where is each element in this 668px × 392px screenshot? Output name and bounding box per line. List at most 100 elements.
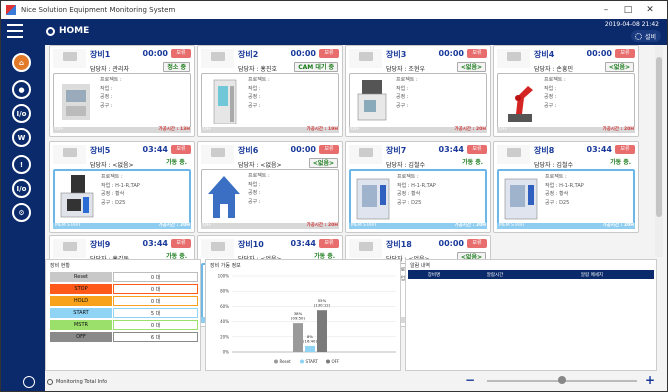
machine-runtime: 03:44	[586, 145, 612, 154]
home-icon[interactable]: ⌂	[12, 53, 31, 72]
machine-image	[353, 173, 393, 221]
machine-info: 프로젝트 : 작업 : H-1-R,TAP 공정 : 황삭 공구 : D25	[101, 173, 140, 207]
hold-badge[interactable]: 보류	[171, 49, 191, 58]
hold-badge[interactable]: 보류	[615, 49, 635, 58]
machine-state[interactable]: 정소 중	[163, 62, 190, 72]
io-icon[interactable]: I/o	[12, 104, 31, 123]
machine-runtime: 03:44	[290, 239, 316, 248]
machine-name: 장비3	[386, 50, 407, 59]
user-icon[interactable]	[23, 376, 35, 388]
machine-owner: 담당자 : <없음>	[90, 162, 134, 169]
equipment-settings-button[interactable]: 설비	[631, 30, 661, 42]
job-field: 작업 :	[100, 85, 113, 92]
project-field: 프로젝트 :	[544, 77, 566, 83]
machining-time: 가공시간 : 20H	[602, 127, 634, 132]
machine-card[interactable]: 장비1 00:00 보류 담당자 : 관리자 정소 중 프로젝트 : 작업 : 공정 : 공구 …	[49, 45, 195, 137]
machine-state[interactable]: <없음>	[456, 62, 486, 72]
machine-card[interactable]: 장비8 03:44 보류 담당자 : 김철수 가동 중. 프로젝트 : 작업 : H-1-R…	[493, 141, 639, 233]
bar-data-label: (09:50)	[291, 316, 305, 321]
machine-mode: OFF	[55, 127, 64, 132]
maximize-button[interactable]: □	[617, 5, 639, 15]
scrollbar-thumb[interactable]	[656, 57, 662, 217]
zoom-in-button[interactable]: +	[645, 373, 655, 387]
gear-icon	[635, 32, 642, 40]
w-icon[interactable]: W	[12, 128, 31, 147]
machine-card[interactable]: 장비4 00:00 보류 담당자 : 손흥민 <없음> 프로젝트 : 작업 : 공정 : 공구 …	[493, 45, 639, 137]
process-field: 공정 :	[544, 94, 557, 100]
hold-badge[interactable]: 보류	[467, 49, 487, 58]
tool-field: 공구 :	[396, 102, 409, 109]
machine-state[interactable]: <없음>	[308, 158, 338, 168]
owner-name: 홍진호	[260, 66, 277, 73]
hold-badge[interactable]: 보류	[319, 239, 339, 248]
hold-badge[interactable]: 보류	[171, 145, 191, 154]
zoom-control: − +	[461, 373, 661, 389]
legend-label: START	[306, 359, 319, 364]
machine-card[interactable]: 장비6 00:00 보류 담당자 : <없음> <없음> 프로젝트 : 작업 : 공정 : 공구…	[197, 141, 343, 233]
machine-info: 프로젝트 : 작업 : H-1-R,TAP 공정 : 황삭 공구 : D25	[545, 173, 584, 207]
y-tick-label: 100%	[218, 274, 230, 279]
status-label: STOP	[50, 284, 112, 294]
bar-data-label: (130:12)	[314, 303, 331, 308]
machine-name: 장비4	[534, 50, 555, 59]
machine-image	[56, 76, 96, 124]
status-row-stop: STOP 0 대	[50, 284, 198, 294]
machine-detail-box: 프로젝트 : 작업 : H-1-R,TAP 공정 : 황삭 공구 : D25	[497, 169, 635, 225]
hold-badge[interactable]: 보류	[319, 145, 339, 154]
machine-info: 프로젝트 : 작업 : H-1-R,TAP 공정 : 황삭 공구 : D25	[397, 173, 436, 207]
machine-thumbnail	[349, 239, 382, 258]
home-circle-icon	[46, 27, 55, 36]
status-label: MSTR	[50, 320, 112, 330]
machine-name: 장비8	[534, 146, 555, 155]
machining-time: 가공시간 : 20H	[602, 223, 634, 228]
machine-card[interactable]: 장비3 00:00 보류 담당자 : 조현우 <없음> 프로젝트 : 작업 : 공정 : 공구 …	[345, 45, 491, 137]
alert-icon[interactable]: !	[12, 155, 31, 174]
machine-state[interactable]: <없음>	[604, 62, 634, 72]
process-field: 공정 :	[396, 94, 409, 100]
project-field: 프로젝트 :	[248, 173, 270, 179]
machine-name: 장비18	[386, 240, 412, 249]
machine-owner: 담당자 : 조현우	[386, 66, 425, 73]
app-logo-icon	[6, 5, 16, 15]
machine-card[interactable]: 장비2 00:00 보류 담당자 : 홍진호 CAM 대기 중 프로젝트 : 작업 : 공정 …	[197, 45, 343, 137]
machine-detail-box: 프로젝트 : 작업 : H-1-R,TAP 공정 : 황삭 공구 : D25	[53, 169, 191, 225]
title-bar: Nice Solution Equipment Monitoring Syste…	[1, 1, 667, 19]
machine-owner: 담당자 : 관리자	[90, 66, 129, 73]
machine-mode: OFF	[351, 127, 360, 132]
status-row-start: START 5 대	[50, 308, 198, 318]
hold-badge[interactable]: 보류	[467, 239, 487, 248]
app-header: HOME 2019-04-08 21:42 설비	[1, 19, 667, 45]
machine-card[interactable]: 장비5 03:44 보류 담당자 : <없음> 가동 중. 프로젝트 : 작업 : H-1-…	[49, 141, 195, 233]
machine-card[interactable]: 장비7 03:44 보류 담당자 : 김철수 가동 중. 프로젝트 : 작업 : H-1-R…	[345, 141, 491, 233]
zoom-slider-knob[interactable]	[558, 376, 566, 384]
monitoring-total-info[interactable]: Monitoring Total Info	[47, 379, 107, 385]
process-field: 공정 : 황삭	[397, 191, 421, 197]
zoom-out-button[interactable]: −	[465, 373, 475, 387]
hold-badge[interactable]: 보류	[467, 145, 487, 154]
settings-icon[interactable]: ⚙	[12, 203, 31, 222]
job-field: 작업 :	[248, 181, 261, 188]
equipment-status-panel: 장비 현황 Reset 0 대 STOP 0 대 HOLD 0 대 START 5 대 MSTR…	[45, 259, 201, 371]
machine-image	[204, 172, 244, 220]
machine-state[interactable]: CAM 대기 중	[294, 62, 338, 72]
machine-runtime: 03:44	[142, 145, 168, 154]
location-icon[interactable]: ●	[12, 80, 31, 99]
app-window: Nice Solution Equipment Monitoring Syste…	[0, 0, 668, 392]
page-title: HOME	[59, 26, 90, 36]
hold-badge[interactable]: 보류	[319, 49, 339, 58]
machine-mode: MEM START	[499, 223, 525, 228]
hold-badge[interactable]: 보류	[615, 145, 635, 154]
machine-runtime: 00:00	[290, 49, 316, 58]
minimize-button[interactable]: –	[595, 5, 617, 15]
equipment-status-title: 장비 현황	[50, 263, 70, 269]
hold-badge[interactable]: 보류	[171, 239, 191, 248]
alarm-col-machine: 장비명	[427, 272, 441, 278]
machine-name: 장비7	[386, 146, 407, 155]
io2-icon[interactable]: I/o	[12, 179, 31, 198]
summary-panels: 장비 현황 Reset 0 대 STOP 0 대 HOLD 0 대 START 5 대 MSTR…	[45, 259, 657, 371]
close-button[interactable]: ✕	[639, 5, 661, 15]
alarm-col-time: 알람시간	[486, 272, 504, 278]
menu-icon[interactable]	[7, 24, 23, 38]
machine-detail-box: 프로젝트 : 작업 : 공정 : 공구 :	[349, 73, 487, 129]
vertical-scrollbar[interactable]	[655, 45, 663, 257]
